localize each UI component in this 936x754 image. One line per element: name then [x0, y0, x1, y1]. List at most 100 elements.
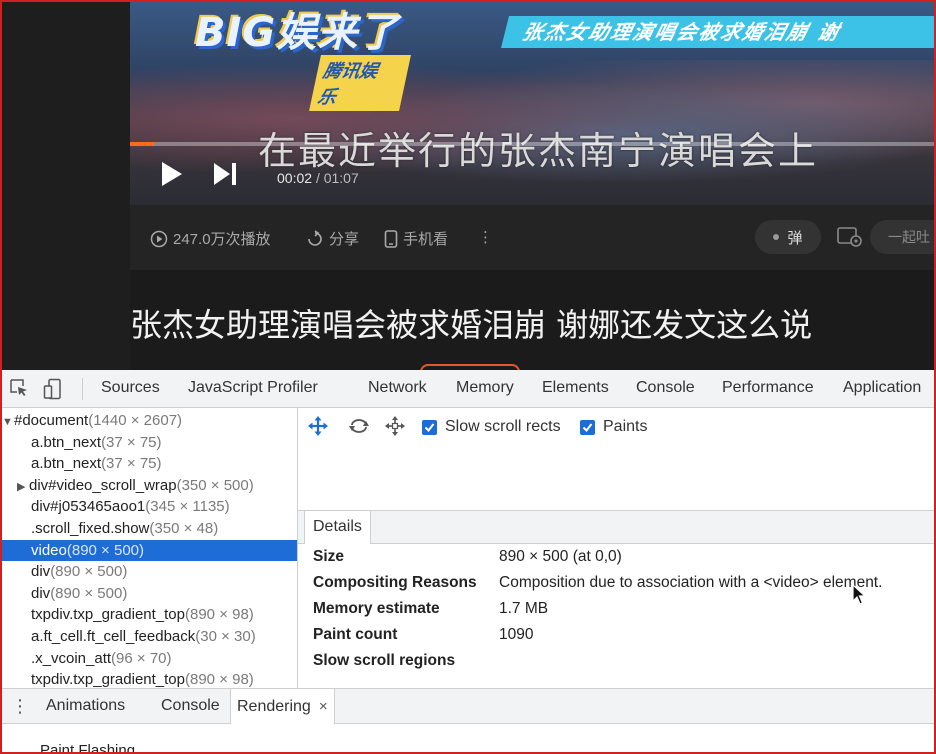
mobile-watch-button[interactable]: 手机看	[384, 228, 448, 249]
toolbar-separator	[82, 378, 83, 400]
tab-console[interactable]: Console	[636, 379, 695, 397]
inspect-element-icon[interactable]	[9, 378, 29, 398]
tree-row[interactable]: ▼#document(1440 × 2607)	[0, 410, 297, 434]
checkbox-checked-icon[interactable]	[422, 419, 437, 435]
danmu-input[interactable]: 一起吐	[870, 220, 936, 254]
drawer-menu-icon[interactable]: ⋮	[11, 697, 29, 715]
rotate-mode-icon[interactable]	[348, 416, 370, 436]
tab-javascript-profiler[interactable]: JavaScript Profiler	[188, 379, 318, 397]
video-time: 00:02 / 01:07	[277, 170, 359, 186]
video-subtitle: 在最近举行的张杰南宁演唱会上	[258, 129, 819, 173]
current-time: 00:02	[277, 170, 313, 186]
layer-size: (37 × 75)	[101, 455, 162, 473]
reset-transform-icon[interactable]	[385, 416, 405, 436]
show-logo: BIG娱来了 腾讯娱乐	[195, 0, 411, 111]
details-tabbar: Details	[298, 510, 936, 544]
paints-label: Paints	[603, 418, 648, 435]
layer-name: div#j053465aoo1	[31, 498, 146, 516]
danmu-dot	[773, 234, 780, 240]
devtools-panel: Sources JavaScript Profiler Network Memo…	[0, 370, 936, 754]
tree-row[interactable]: txpdiv.txp_gradient_top(890 × 98)	[0, 669, 297, 688]
share-button[interactable]: 分享	[306, 228, 359, 249]
layer-name: div#video_scroll_wrap	[29, 476, 177, 494]
tree-row[interactable]: ▶ div#video_scroll_wrap(350 × 500)	[0, 475, 297, 499]
layer-size: (1440 × 2607)	[88, 412, 183, 429]
layer-name: .x_vcoin_att	[31, 649, 112, 667]
tab-sources[interactable]: Sources	[101, 379, 160, 397]
left-gutter	[0, 0, 130, 370]
close-tab-icon[interactable]: ×	[319, 698, 328, 715]
layer-size: (890 × 500)	[50, 584, 128, 602]
paints-checkbox[interactable]: Paints	[580, 418, 647, 436]
layer-size: (30 × 30)	[195, 628, 256, 645]
detail-key: Size	[313, 548, 345, 565]
tree-row[interactable]: a.btn_next(37 × 75)	[0, 453, 297, 475]
layer-name: txpdiv.txp_gradient_top	[31, 606, 185, 624]
layer-name: div	[31, 584, 51, 602]
paint-flashing-option[interactable]: Paint Flashing	[40, 742, 135, 754]
video-progress-fill	[130, 142, 155, 146]
tree-row[interactable]: div#j053465aoo1(345 × 1135)	[0, 496, 297, 518]
detail-value: 890 × 500 (at 0,0)	[499, 548, 622, 565]
banner-text: 张杰女助理演唱会被求婚泪崩 谢	[520, 20, 843, 44]
layer-size: (350 × 48)	[149, 520, 219, 537]
mouse-cursor-icon	[852, 584, 866, 605]
tree-row[interactable]: txpdiv.txp_gradient_top(890 × 98)	[0, 604, 297, 626]
layer-name: a.ft_cell.ft_cell_feedback	[31, 628, 196, 645]
pan-mode-icon[interactable]	[308, 416, 328, 436]
tree-row[interactable]: div(890 × 500)	[0, 561, 297, 583]
layer-tree: ▼#document(1440 × 2607) a.btn_next(37 × …	[0, 408, 298, 688]
danmu-toggle[interactable]: 弹	[755, 220, 821, 254]
tab-drawer-console[interactable]: Console	[161, 697, 220, 715]
tab-animations[interactable]: Animations	[46, 697, 125, 715]
phone-icon	[384, 229, 398, 248]
layer-name: #document	[14, 412, 89, 429]
share-label: 分享	[329, 231, 360, 248]
mobile-watch-label: 手机看	[403, 231, 449, 248]
tab-application[interactable]: Application	[843, 379, 921, 397]
detail-value: Composition due to association with a <v…	[499, 574, 883, 591]
tab-memory[interactable]: Memory	[456, 379, 514, 397]
layer-size: (96 × 70)	[111, 649, 172, 667]
slow-scroll-rects-label: Slow scroll rects	[445, 418, 561, 435]
danmu-settings-icon[interactable]	[837, 226, 863, 248]
tab-performance[interactable]: Performance	[722, 379, 814, 397]
tab-rendering[interactable]: Rendering ×	[230, 689, 335, 724]
video-info-bar: 247.0万次播放 分享 手机看 ⋮ 弹 一起吐	[130, 205, 936, 270]
layer-name: .scroll_fixed.show	[31, 520, 150, 537]
tree-row[interactable]: .scroll_fixed.show(350 × 48)	[0, 518, 297, 540]
next-icon[interactable]	[212, 160, 238, 188]
checkbox-checked-icon[interactable]	[580, 419, 595, 435]
tree-row[interactable]: a.btn_next(37 × 75)	[0, 432, 297, 454]
page-title: 张杰女助理演唱会被求婚泪崩 谢娜还发文这么说	[130, 306, 813, 344]
rendering-label: Rendering	[237, 698, 311, 715]
layer-details: Size 890 × 500 (at 0,0) Compositing Reas…	[298, 544, 936, 684]
play-icon[interactable]	[160, 160, 184, 188]
layer-size: (345 × 1135)	[145, 498, 230, 516]
tab-details[interactable]: Details	[304, 511, 371, 544]
device-toolbar-icon[interactable]	[43, 378, 63, 400]
layer-size: (37 × 75)	[101, 433, 162, 451]
video-player[interactable]: BIG娱来了 腾讯娱乐 张杰女助理演唱会被求婚泪崩 谢 在最近举行的张杰南宁演唱…	[130, 0, 936, 205]
tree-row[interactable]: .x_vcoin_att(96 × 70)	[0, 648, 297, 670]
tree-row[interactable]: div(890 × 500)	[0, 583, 297, 605]
layer-size: (890 × 500)	[50, 563, 128, 581]
slow-scroll-rects-checkbox[interactable]: Slow scroll rects	[422, 418, 561, 436]
tab-network[interactable]: Network	[368, 379, 427, 397]
share-icon	[308, 229, 322, 246]
tree-row-selected[interactable]: video(890 × 500)	[0, 539, 297, 562]
video-progress-bar[interactable]	[130, 142, 936, 146]
expand-down-icon[interactable]: ▼	[2, 412, 14, 434]
tree-row[interactable]: a.ft_cell.ft_cell_feedback(30 × 30)	[0, 626, 297, 648]
layer-name: video	[31, 541, 67, 559]
more-icon[interactable]: ⋮	[478, 228, 493, 246]
video-banner: 张杰女助理演唱会被求婚泪崩 谢	[501, 16, 936, 48]
play-count-label: 247.0万次播放	[173, 231, 271, 248]
tab-elements[interactable]: Elements	[542, 379, 609, 397]
layer-name: a.btn_next	[31, 455, 102, 473]
expand-right-icon[interactable]: ▶	[17, 477, 29, 499]
logo-badge: 腾讯娱乐	[309, 55, 411, 111]
detail-key: Memory estimate	[313, 600, 440, 617]
duration: / 01:07	[315, 170, 359, 186]
layer-name: txpdiv.txp_gradient_top	[31, 671, 185, 688]
